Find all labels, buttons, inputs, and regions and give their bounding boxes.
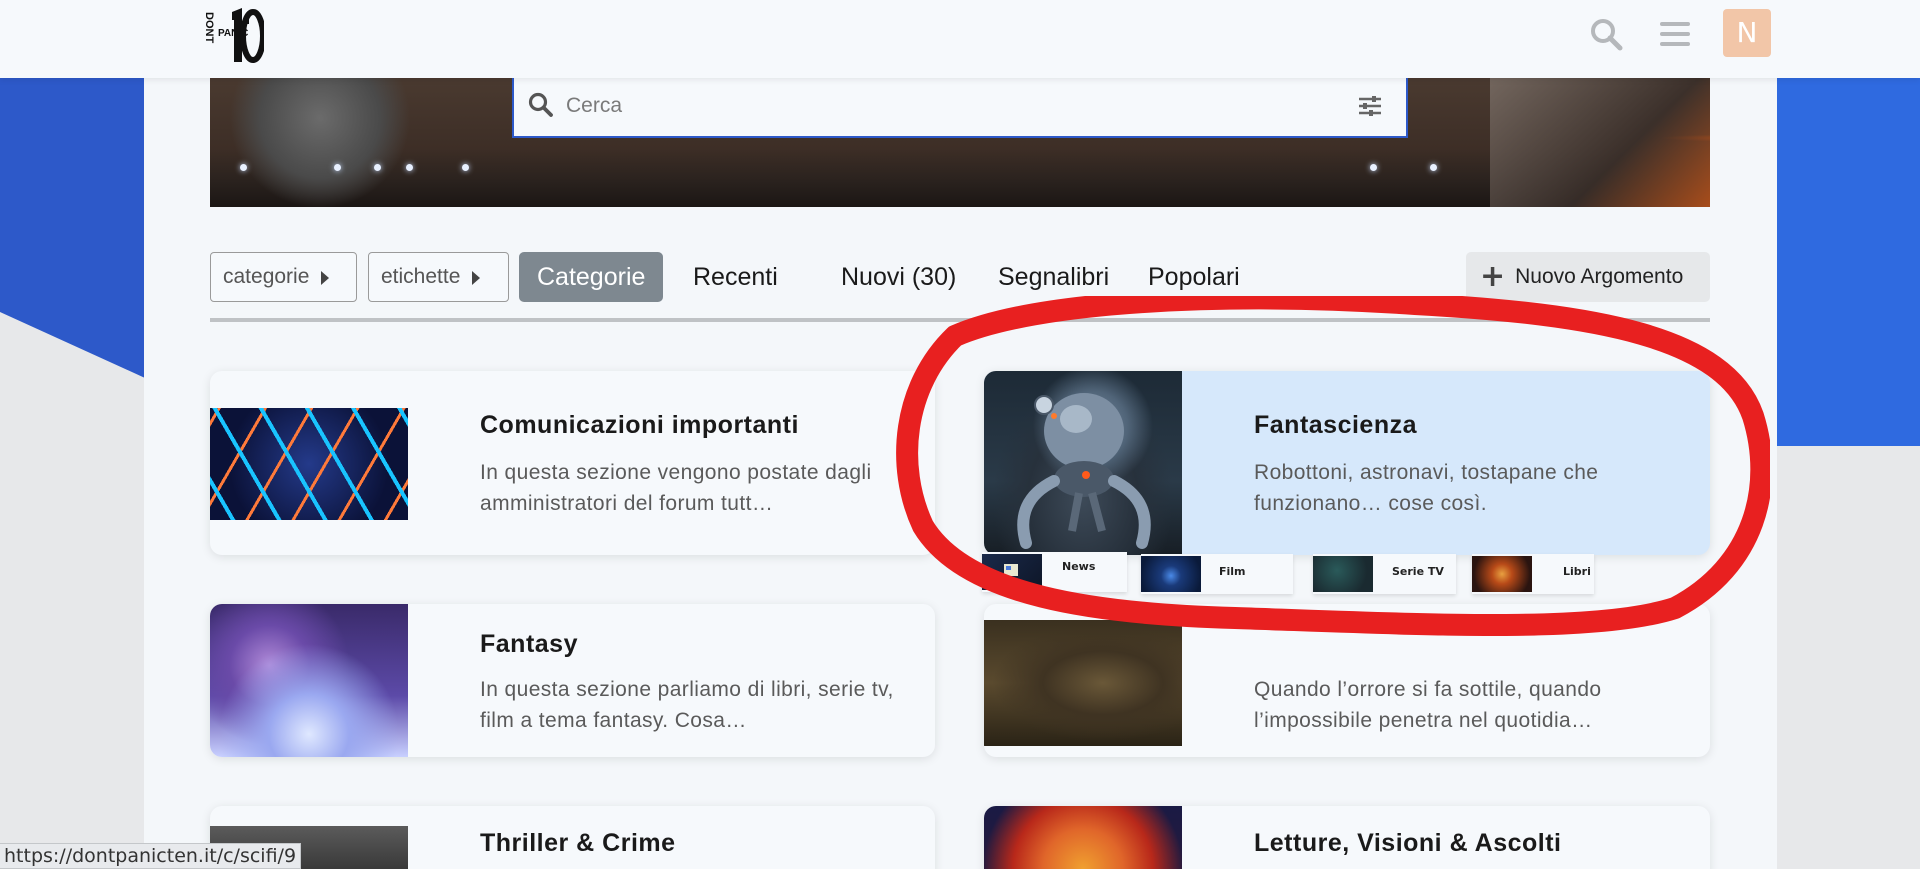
subcategory-film[interactable]: Film	[1141, 554, 1293, 594]
category-card-comunicazioni[interactable]: Comunicazioni importanti In questa sezio…	[210, 371, 935, 555]
user-avatar[interactable]: N	[1723, 9, 1771, 57]
search-input[interactable]	[566, 88, 1326, 124]
category-image	[984, 806, 1182, 869]
category-description: In questa sezione vengono postate dagli …	[480, 461, 872, 515]
category-image	[984, 620, 1182, 746]
tab-segnalibri[interactable]: Segnalibri	[980, 252, 1127, 302]
subcategory-list: News Film Serie TV Libri	[982, 552, 1602, 596]
banner-art-right	[1490, 78, 1710, 207]
category-image	[984, 371, 1182, 555]
subcategory-label: Serie TV	[1392, 565, 1444, 578]
hamburger-menu-icon[interactable]	[1658, 19, 1692, 49]
subcategory-label: News	[1062, 560, 1096, 573]
categories-dropdown[interactable]: categorie	[210, 252, 357, 302]
subcategory-thumbnail	[1472, 556, 1532, 592]
subcategory-news[interactable]: News	[982, 552, 1127, 592]
category-card-fantasy[interactable]: Fantasy In questa sezione parliamo di li…	[210, 604, 935, 757]
category-description: In questa sezione parliamo di libri, ser…	[480, 678, 894, 732]
background-shape-left	[0, 78, 145, 378]
news-thumbnail-art	[1004, 564, 1018, 576]
subcategory-thumbnail	[1141, 556, 1201, 592]
browser-status-url: https://dontpanicten.it/c/scifi/9	[0, 843, 302, 869]
nav-divider	[210, 318, 1710, 322]
search-icon	[528, 92, 553, 117]
tags-dropdown-label: etichette	[381, 265, 461, 288]
category-title: Letture, Visioni & Ascolti	[1254, 829, 1562, 857]
subcategory-libri[interactable]: Libri	[1472, 554, 1594, 594]
caret-right-icon	[472, 271, 481, 285]
subcategory-label: Film	[1219, 565, 1246, 578]
tags-dropdown[interactable]: etichette	[368, 252, 509, 302]
category-card-thriller[interactable]: Thriller & Crime	[210, 806, 935, 869]
category-description: Quando l’orrore si fa sottile, quando l’…	[1254, 678, 1602, 732]
subcategory-thumbnail	[1313, 556, 1373, 592]
category-title: Comunicazioni importanti	[480, 411, 799, 439]
caret-right-icon	[321, 271, 330, 285]
tab-nuovi[interactable]: Nuovi (30)	[823, 252, 974, 302]
category-image	[210, 604, 408, 757]
categories-dropdown-label: categorie	[223, 265, 310, 288]
new-topic-label: Nuovo Argomento	[1515, 265, 1684, 288]
banner-light	[462, 164, 469, 171]
category-title: Fantasy	[480, 630, 578, 658]
tab-categorie[interactable]: Categorie	[519, 252, 664, 302]
banner-light	[1430, 164, 1437, 171]
banner-light	[240, 164, 247, 171]
category-image	[210, 408, 408, 520]
site-header: DONT PANIC N	[0, 0, 1920, 78]
search-box	[512, 78, 1408, 138]
header-search-icon[interactable]	[1589, 17, 1623, 51]
sliders-icon[interactable]	[1356, 92, 1384, 120]
svg-text:DONT: DONT	[203, 12, 215, 43]
subcategory-label: Libri	[1563, 565, 1591, 578]
site-logo[interactable]: DONT PANIC	[202, 6, 264, 64]
category-card-fantascienza[interactable]: Fantascienza Robottoni, astronavi, tosta…	[984, 371, 1710, 555]
subcategory-serie-tv[interactable]: Serie TV	[1313, 554, 1456, 594]
plus-icon: +	[1480, 259, 1506, 294]
category-title: Fantascienza	[1254, 411, 1418, 439]
category-card-horror[interactable]: Quando l’orrore si fa sottile, quando l’…	[984, 604, 1710, 757]
new-topic-button[interactable]: + Nuovo Argomento	[1466, 252, 1710, 302]
banner-light	[406, 164, 413, 171]
tab-popolari[interactable]: Popolari	[1130, 252, 1258, 302]
banner-light	[374, 164, 381, 171]
category-title: Thriller & Crime	[480, 829, 676, 857]
category-description: Robottoni, astronavi, tostapane che funz…	[1254, 461, 1599, 515]
tab-recenti[interactable]: Recenti	[675, 252, 796, 302]
category-card-letture[interactable]: Letture, Visioni & Ascolti	[984, 806, 1710, 869]
background-shape-right	[1775, 78, 1920, 538]
robot-illustration	[1017, 393, 1151, 549]
banner-light	[1370, 164, 1377, 171]
banner-light	[334, 164, 341, 171]
subcategory-thumbnail	[982, 554, 1042, 590]
